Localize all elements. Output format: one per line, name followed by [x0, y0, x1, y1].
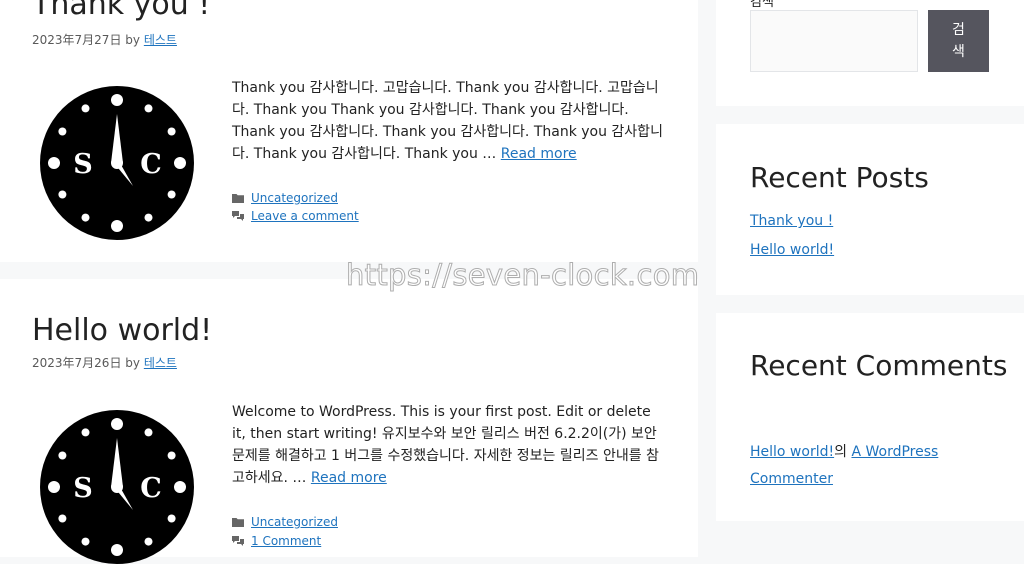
post-card: Hello world! 2023年7月26日 by 테스트 S C Welco… [0, 279, 698, 564]
logo-letter-s: S [73, 149, 93, 180]
post-author-link[interactable]: 테스트 [144, 33, 177, 47]
logo-letter-c: C [140, 473, 162, 504]
post-card: Thank you ! 2023年7月27日 by 테스트 S C Thank … [0, 0, 698, 262]
post-categories: Uncategorized [232, 191, 338, 205]
recent-post-link[interactable]: Hello world! [750, 242, 834, 258]
folder-icon [232, 194, 244, 203]
list-item: Hello world!의 A WordPress Commenter [750, 439, 980, 493]
post-by: by [125, 33, 140, 47]
recent-posts-list: Thank you ! Hello world! [750, 213, 834, 271]
recent-comments-title: Recent Comments [750, 349, 1008, 382]
search-input[interactable] [750, 10, 918, 72]
logo-letter-c: C [140, 149, 162, 180]
post-categories: Uncategorized [232, 515, 338, 529]
search-widget: 검색 검 색 [716, 0, 1024, 106]
recent-posts-widget: Recent Posts Thank you ! Hello world! [716, 124, 1024, 295]
read-more-link[interactable]: Read more [311, 470, 387, 486]
post-by: by [125, 356, 140, 370]
post-date: 2023年7月26日 [32, 356, 122, 370]
watermark: https://seven-clock.com [345, 258, 700, 293]
comment-connector: 의 [834, 444, 847, 460]
recent-post-link[interactable]: Thank you ! [750, 213, 833, 229]
category-link[interactable]: Uncategorized [251, 515, 338, 529]
post-excerpt-text: Welcome to WordPress. This is your first… [232, 404, 659, 486]
comments-icon [232, 211, 244, 221]
search-label: 검색 [750, 0, 774, 10]
read-more-link[interactable]: Read more [501, 146, 577, 162]
post-meta: 2023年7月26日 by 테스트 [32, 354, 177, 371]
post-excerpt-text: Thank you 감사합니다. 고맙습니다. Thank you 감사합니다.… [232, 80, 663, 162]
site-logo-clock-icon[interactable]: S C [40, 410, 194, 564]
post-comments: 1 Comment [232, 534, 321, 548]
recent-comments-list: Hello world!의 A WordPress Commenter [750, 439, 980, 493]
post-excerpt: Thank you 감사합니다. 고맙습니다. Thank you 감사합니다.… [232, 77, 666, 165]
list-item: Thank you ! [750, 213, 834, 242]
post-meta: 2023年7月27日 by 테스트 [32, 31, 177, 48]
recent-comments-widget: Recent Comments Hello world!의 A WordPres… [716, 313, 1024, 521]
category-link[interactable]: Uncategorized [251, 191, 338, 205]
post-comments: Leave a comment [232, 209, 359, 223]
list-item: Hello world! [750, 242, 834, 271]
post-excerpt: Welcome to WordPress. This is your first… [232, 401, 666, 489]
recent-posts-title: Recent Posts [750, 161, 929, 194]
comments-icon [232, 536, 244, 546]
post-title[interactable]: Thank you ! [32, 0, 210, 22]
post-title[interactable]: Hello world! [32, 313, 212, 348]
post-author-link[interactable]: 테스트 [144, 356, 177, 370]
logo-letter-s: S [73, 473, 93, 504]
comments-link[interactable]: Leave a comment [251, 209, 359, 223]
comments-link[interactable]: 1 Comment [251, 534, 321, 548]
comment-post-link[interactable]: Hello world! [750, 444, 834, 460]
search-button[interactable]: 검 색 [928, 10, 989, 72]
folder-icon [232, 518, 244, 527]
site-logo-clock-icon[interactable]: S C [40, 86, 194, 240]
post-date: 2023年7月27日 [32, 33, 122, 47]
